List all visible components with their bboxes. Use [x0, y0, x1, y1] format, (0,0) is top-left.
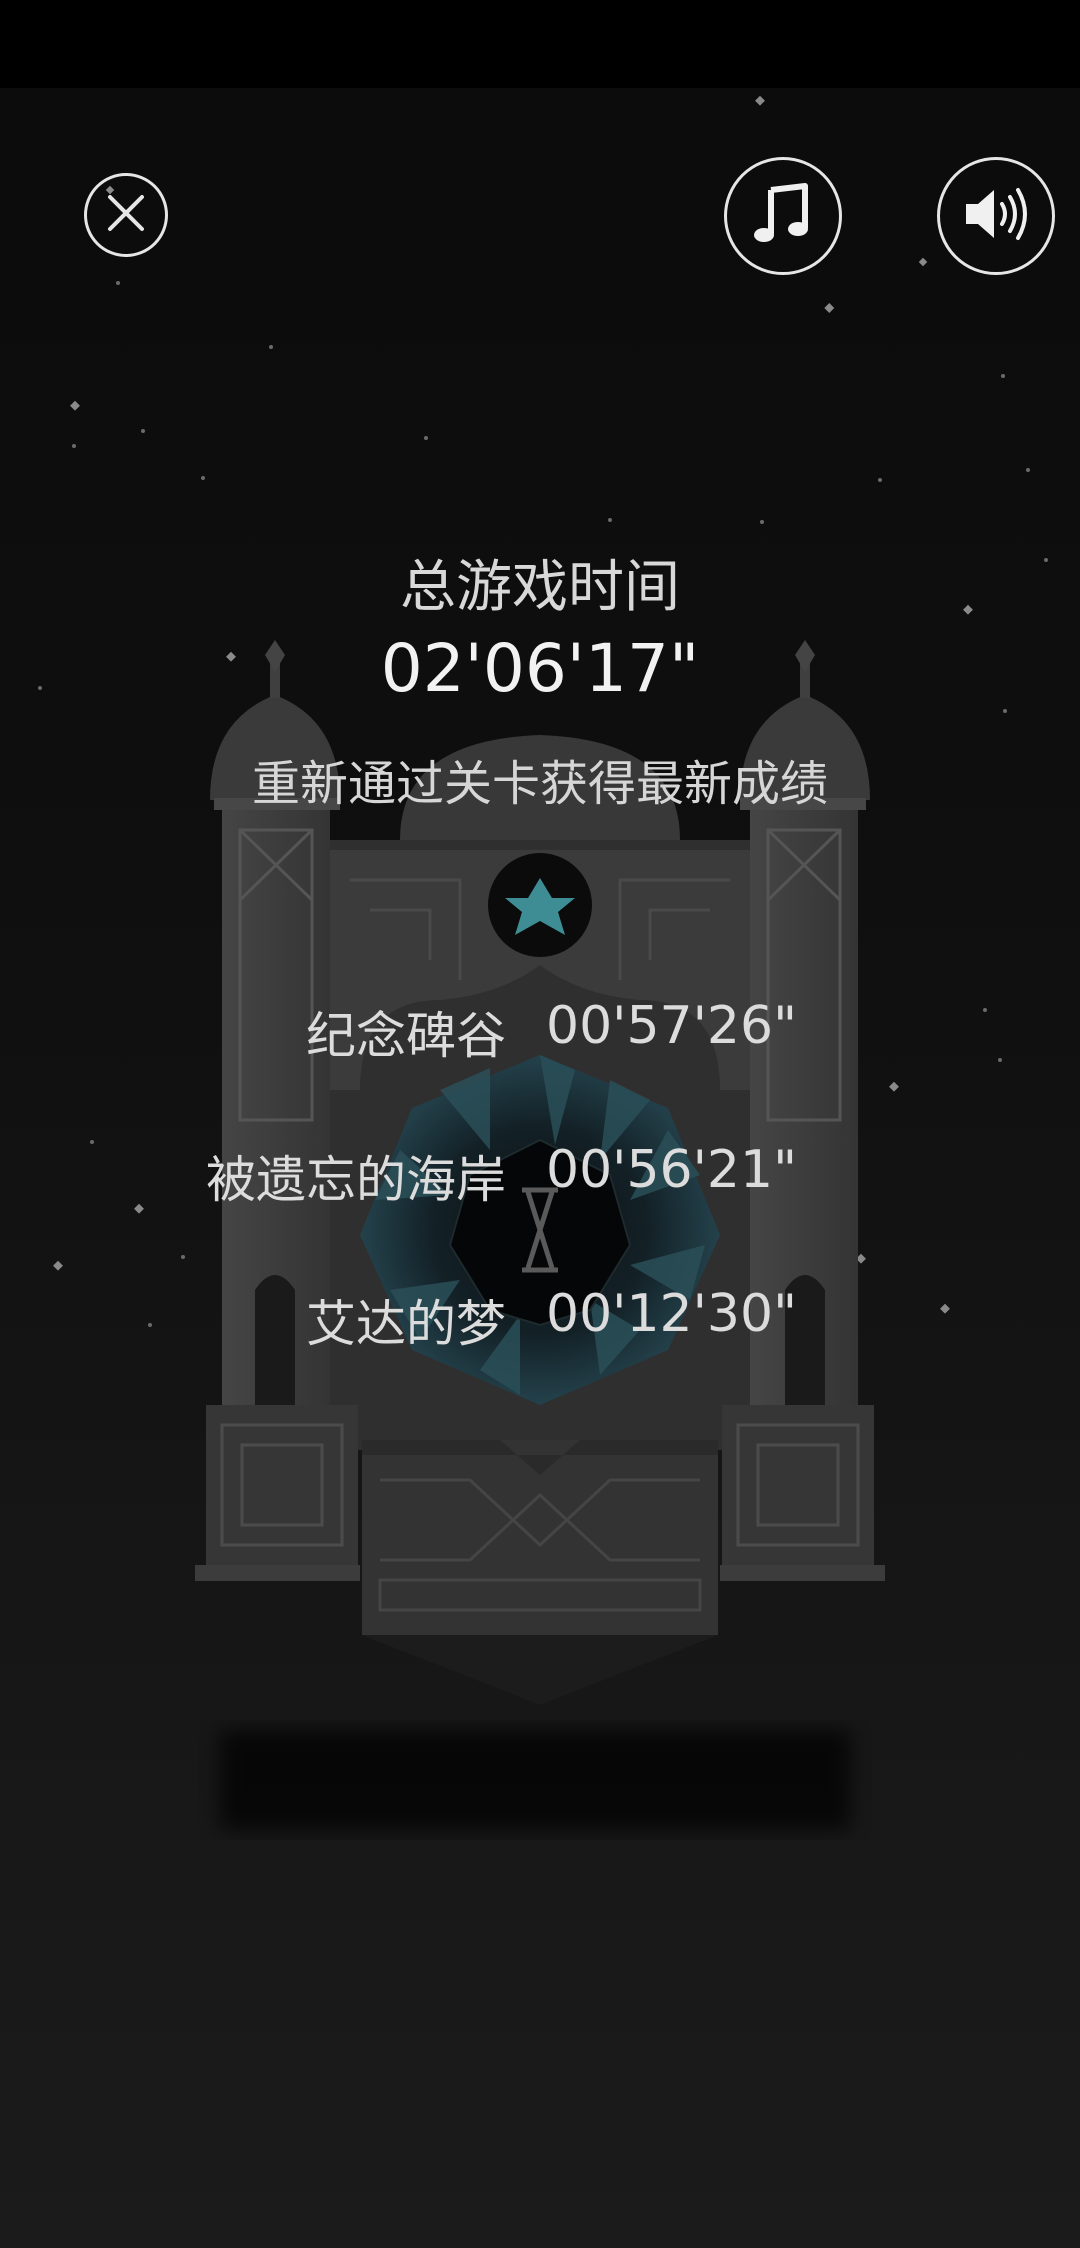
close-icon [106, 193, 146, 237]
level-time: 00'12'30" [546, 1284, 798, 1344]
music-note-icon [751, 182, 815, 250]
level-name: 纪念碑谷 [306, 1007, 506, 1065]
total-playtime-value: 02'06'17" [380, 630, 700, 707]
replay-hint: 重新通过关卡获得最新成绩 [251, 756, 828, 812]
level-name: 被遗忘的海岸 [206, 1151, 506, 1209]
game-screen: 总游戏时间 02'06'17" 重新通过关卡获得最新成绩 纪念碑谷 00'57'… [0, 0, 1080, 2248]
level-time: 00'57'26" [546, 996, 798, 1056]
music-toggle-button[interactable] [724, 157, 842, 275]
sound-toggle-button[interactable] [937, 157, 1055, 275]
monument-illustration [195, 640, 885, 1830]
close-button[interactable] [84, 173, 168, 257]
level-name: 艾达的梦 [306, 1295, 506, 1353]
level-time: 00'56'21" [546, 1140, 798, 1200]
speaker-icon [960, 182, 1032, 250]
total-playtime-title: 总游戏时间 [400, 555, 680, 620]
